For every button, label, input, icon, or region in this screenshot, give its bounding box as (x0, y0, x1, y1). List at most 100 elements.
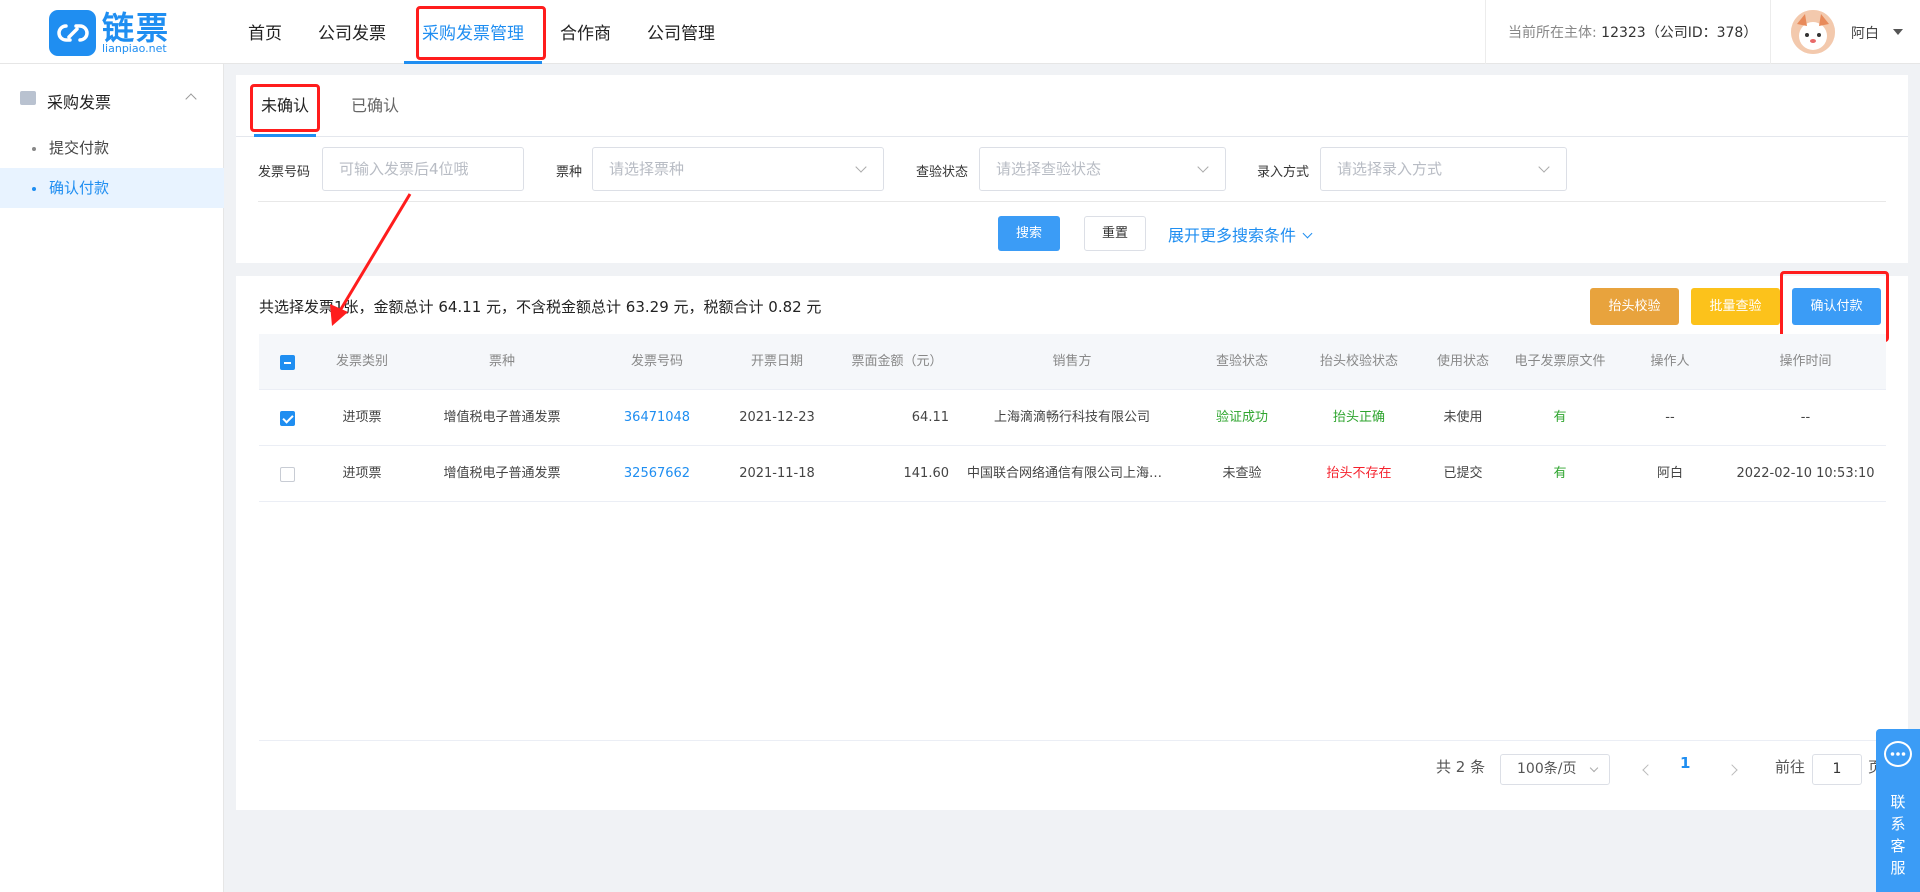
ticket-type-label: 票种 (556, 165, 583, 180)
cell-operator: -- (1665, 410, 1675, 425)
select-all-checkbox[interactable] (280, 355, 295, 370)
entry-method-label: 录入方式 (1257, 165, 1310, 180)
logo[interactable]: 链票 lianpiao.net (49, 10, 170, 56)
cell-operator: 阿白 (1656, 466, 1683, 481)
table-row: 进项票 增值税电子普通发票 36471048 2021-12-23 64.11 … (259, 390, 1886, 446)
sidebar: 采购发票 提交付款 确认付款 (0, 64, 224, 892)
invoice-no-input[interactable]: 可输入发票后4位哦 (322, 147, 524, 191)
logo-text: 链票 (102, 9, 171, 47)
top-header: 链票 lianpiao.net 首页 公司发票 采购发票管理 合作商 公司管理 … (0, 0, 1920, 64)
cell-header-status: 抬头不存在 (1326, 466, 1392, 481)
expand-more-label: 展开更多搜索条件 (1168, 226, 1297, 245)
cell-use-status: 未使用 (1443, 410, 1483, 425)
sidebar-group-purchase-invoices[interactable]: 采购发票 (0, 80, 224, 120)
col-operator: 操作人 (1650, 354, 1690, 369)
row-checkbox[interactable] (280, 467, 295, 482)
header-check-button[interactable]: 抬头校验 (1590, 288, 1679, 325)
nav-home[interactable]: 首页 (230, 0, 300, 64)
row-checkbox[interactable] (280, 411, 295, 426)
entity-prefix: 当前所在主体: (1508, 25, 1597, 41)
highlight-box-nav (416, 6, 546, 60)
filter-divider (258, 201, 1886, 202)
col-category: 发票类别 (335, 354, 388, 369)
col-header-status: 抬头校验状态 (1319, 354, 1398, 369)
cell-invoice-number-link[interactable]: 32567662 (597, 446, 717, 502)
nav-partners[interactable]: 合作商 (542, 0, 629, 64)
cell-invoice-number-link[interactable]: 36471048 (597, 390, 717, 446)
bullet-icon (32, 187, 36, 191)
col-amount: 票面金额（元） (851, 354, 943, 369)
col-check-status: 查验状态 (1215, 354, 1268, 369)
cell-op-time: -- (1800, 410, 1811, 425)
bullet-icon (32, 147, 36, 151)
next-page-icon[interactable] (1726, 764, 1738, 776)
sidebar-item-confirm-payment[interactable]: 确认付款 (0, 168, 224, 208)
col-invoice-number: 发票号码 (630, 354, 683, 369)
nav-company-management[interactable]: 公司管理 (629, 0, 733, 64)
table-row: 进项票 增值税电子普通发票 32567662 2021-11-18 141.60… (259, 446, 1886, 502)
page-size-value: 100条/页 (1517, 761, 1577, 777)
chat-bubble-icon (1884, 741, 1912, 767)
status-tabs: 未确认 已确认 (236, 75, 1908, 137)
check-status-placeholder: 请选择查验状态 (996, 160, 1102, 178)
col-e-file: 电子发票原文件 (1514, 354, 1606, 369)
cell-category: 进项票 (342, 410, 382, 425)
chevron-down-icon (1197, 161, 1209, 173)
cell-e-file[interactable]: 有 (1505, 390, 1615, 446)
search-button[interactable]: 搜索 (998, 216, 1060, 251)
sidebar-item-submit-payment[interactable]: 提交付款 (0, 128, 224, 168)
caret-down-icon (1893, 29, 1903, 35)
filter-card: 未确认 已确认 发票号码 可输入发票后4位哦 票种 请选择票种 查验状态 请选择… (236, 75, 1908, 263)
invoice-table: 发票类别 票种 发票号码 开票日期 票面金额（元） 销售方 查验状态 抬头校验状… (259, 334, 1886, 502)
ticket-type-placeholder: 请选择票种 (609, 160, 685, 178)
cell-amount: 64.11 (911, 410, 949, 425)
current-entity: 当前所在主体: 12323（公司ID：378） (1508, 22, 1757, 42)
chevron-down-icon (1302, 228, 1313, 239)
cell-check-status: 验证成功 (1215, 410, 1268, 425)
tab-confirmed[interactable]: 已确认 (351, 91, 399, 137)
highlight-box-tab (250, 84, 320, 132)
batch-check-button[interactable]: 批量查验 (1691, 288, 1780, 325)
ticket-type-select[interactable]: 请选择票种 (592, 147, 884, 191)
logo-domain: lianpiao.net (102, 42, 167, 55)
cell-issue-date: 2021-12-23 (739, 410, 815, 425)
entry-method-select[interactable]: 请选择录入方式 (1320, 147, 1567, 191)
invoice-no-label: 发票号码 (258, 165, 311, 180)
col-ticket-type: 票种 (488, 354, 515, 369)
cell-check-status: 未查验 (1222, 466, 1262, 481)
cell-category: 进项票 (342, 466, 382, 481)
col-seller: 销售方 (1052, 354, 1092, 369)
cell-seller: 上海滴滴畅行科技有限公司 (993, 410, 1150, 425)
sidebar-item-label: 提交付款 (49, 139, 110, 157)
table-header: 发票类别 票种 发票号码 开票日期 票面金额（元） 销售方 查验状态 抬头校验状… (259, 334, 1886, 390)
expand-more-filters-link[interactable]: 展开更多搜索条件 (1168, 222, 1313, 246)
cell-issue-date: 2021-11-18 (739, 466, 815, 481)
col-issue-date: 开票日期 (750, 354, 803, 369)
cell-e-file[interactable]: 有 (1505, 446, 1615, 502)
col-op-time: 操作时间 (1779, 354, 1832, 369)
highlight-box-confirm (1780, 271, 1889, 342)
header-right: 当前所在主体: 12323（公司ID：378） 阿白 (1485, 0, 1920, 64)
check-status-select[interactable]: 请选择查验状态 (979, 147, 1226, 191)
check-status-label: 查验状态 (916, 165, 969, 180)
chevron-down-icon (855, 161, 867, 173)
invoice-icon (20, 91, 36, 105)
user-menu[interactable]: 阿白 (1770, 0, 1920, 64)
chevron-up-icon (185, 93, 197, 105)
cell-use-status: 已提交 (1443, 466, 1483, 481)
reset-button[interactable]: 重置 (1084, 216, 1146, 251)
avatar (1791, 10, 1835, 54)
cell-op-time: 2022-02-10 10:53:10 (1736, 466, 1875, 481)
cell-ticket-type: 增值税电子普通发票 (443, 466, 561, 481)
col-use-status: 使用状态 (1436, 354, 1489, 369)
page-size-select[interactable]: 100条/页 (1500, 754, 1610, 785)
current-page[interactable]: 1 (1680, 754, 1690, 772)
goto-page-input[interactable]: 1 (1812, 754, 1862, 785)
prev-page-icon[interactable] (1642, 764, 1654, 776)
nav-company-invoices[interactable]: 公司发票 (300, 0, 404, 64)
user-name: 阿白 (1851, 26, 1879, 42)
cell-header-status: 抬头正确 (1332, 410, 1385, 425)
contact-service-button[interactable]: 联系客服 (1876, 729, 1920, 892)
invoice-table-card: 共选择发票1张，金额总计 64.11 元，不含税金额总计 63.29 元，税额合… (236, 271, 1908, 810)
sidebar-item-label: 确认付款 (49, 179, 110, 197)
